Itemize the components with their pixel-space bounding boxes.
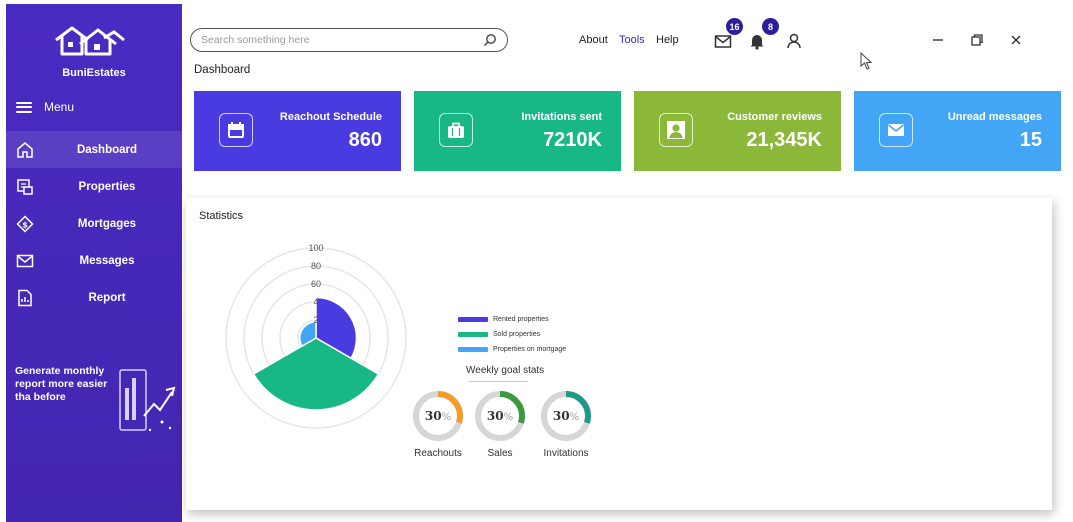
sidebar-item-label: Report	[88, 291, 126, 304]
report-chart-illustration-icon	[119, 369, 176, 432]
close-icon[interactable]	[1009, 33, 1023, 47]
goal-label: Reachouts	[414, 448, 462, 459]
mail-icon[interactable]	[714, 32, 732, 50]
properties-icon	[17, 178, 33, 195]
minimize-icon[interactable]	[931, 33, 945, 47]
card-value: 860	[348, 129, 382, 151]
radar-tick-label: 80	[311, 261, 321, 271]
card-title: Invitations sent	[521, 111, 602, 123]
goal-sales: 30% Sales	[470, 389, 530, 459]
search-bar[interactable]	[190, 28, 508, 52]
statistics-title: Statistics	[199, 210, 244, 222]
statistics-panel: Statistics 100 80 60 4 2 Rented properties S…	[186, 198, 1052, 510]
sidebar-item-label: Dashboard	[76, 143, 138, 156]
goal-label: Sales	[487, 448, 513, 459]
report-icon	[18, 289, 32, 306]
sidebar-item-messages[interactable]: Messages	[6, 242, 182, 279]
card-reachout-schedule[interactable]: Reachout Schedule 860	[194, 91, 401, 171]
houses-logo-icon	[55, 26, 125, 56]
bell-icon[interactable]	[748, 32, 766, 50]
nav-help[interactable]: Help	[656, 34, 679, 46]
restore-icon[interactable]	[970, 33, 984, 47]
envelope-icon	[888, 124, 904, 136]
chart-legend: Rented properties Sold properties Proper…	[458, 312, 566, 357]
goal-label: Invitations	[543, 448, 589, 459]
goal-value: 30%	[424, 409, 452, 423]
mail-icon	[16, 254, 34, 267]
card-value: 15	[1019, 129, 1042, 151]
hamburger-icon	[16, 101, 32, 113]
sidebar: BuniEstates Menu Dashboard Properties $ …	[6, 4, 182, 522]
calendar-icon	[228, 122, 244, 138]
user-icon	[667, 121, 685, 139]
sidebar-item-properties[interactable]: Properties	[6, 168, 182, 205]
search-icon[interactable]	[483, 33, 497, 47]
goal-value: 30%	[552, 409, 580, 423]
legend-item-mortgage[interactable]: Properties on mortgage	[458, 342, 566, 357]
card-value: 7210K	[543, 129, 602, 151]
sidebar-nav: Dashboard Properties $ Mortgages Message…	[6, 131, 182, 316]
mail-badge: 16	[726, 18, 743, 35]
page-title: Dashboard	[194, 64, 251, 76]
nav-tools[interactable]: Tools	[619, 34, 645, 46]
legend-label: Properties on mortgage	[493, 346, 567, 353]
sidebar-item-label: Properties	[78, 180, 136, 193]
weekly-goals-title: Weekly goal stats	[466, 365, 545, 376]
svg-text:$: $	[22, 220, 28, 229]
home-icon	[17, 141, 33, 158]
weekly-goals-divider	[468, 381, 528, 382]
nav-about[interactable]: About	[579, 34, 608, 46]
notification-badge: 8	[762, 18, 779, 35]
legend-swatch	[458, 347, 488, 352]
brand-name: BuniEstates	[62, 67, 126, 79]
radar-tick-label: 100	[308, 243, 323, 253]
search-input[interactable]	[201, 34, 483, 46]
legend-label: Rented properties	[493, 316, 549, 323]
card-title: Customer reviews	[727, 111, 822, 123]
legend-item-sold[interactable]: Sold properties	[458, 327, 566, 342]
legend-swatch	[458, 332, 488, 337]
radar-tick-label: 60	[311, 279, 321, 289]
sidebar-item-dashboard[interactable]: Dashboard	[6, 131, 182, 168]
sidebar-item-report[interactable]: Report	[6, 279, 182, 316]
card-unread-messages[interactable]: Unread messages 15	[854, 91, 1061, 171]
menu-label: Menu	[44, 100, 75, 114]
radar-tick-label: 2	[313, 315, 318, 325]
briefcase-icon	[448, 122, 464, 138]
promo-text: Generate monthly report more easier tha …	[15, 365, 108, 403]
sidebar-item-label: Mortgages	[77, 217, 137, 230]
card-customer-reviews[interactable]: Customer reviews 21,345K	[634, 91, 841, 171]
card-title: Unread messages	[947, 111, 1042, 123]
card-invitations-sent[interactable]: Invitations sent 7210K	[414, 91, 621, 171]
polar-slice-sold-properties[interactable]	[252, 337, 380, 411]
menu-toggle[interactable]: Menu	[16, 100, 74, 114]
goal-invitations: 30% Invitations	[536, 389, 596, 459]
polar-area-chart: 100 80 60 4 2	[225, 243, 407, 429]
legend-label: Sold properties	[493, 331, 541, 338]
legend-item-rented[interactable]: Rented properties	[458, 312, 566, 327]
card-title: Reachout Schedule	[279, 111, 382, 123]
user-icon[interactable]	[785, 32, 803, 50]
sidebar-item-label: Messages	[79, 254, 135, 267]
card-value: 21,345K	[746, 129, 822, 151]
radar-tick-label: 4	[313, 297, 318, 307]
mortgage-icon: $	[16, 214, 34, 233]
sidebar-item-mortgages[interactable]: $ Mortgages	[6, 205, 182, 242]
legend-swatch	[458, 317, 488, 322]
goal-reachouts: 30% Reachouts	[408, 389, 468, 459]
mouse-cursor-icon	[860, 52, 872, 70]
goal-value: 30%	[486, 409, 514, 423]
